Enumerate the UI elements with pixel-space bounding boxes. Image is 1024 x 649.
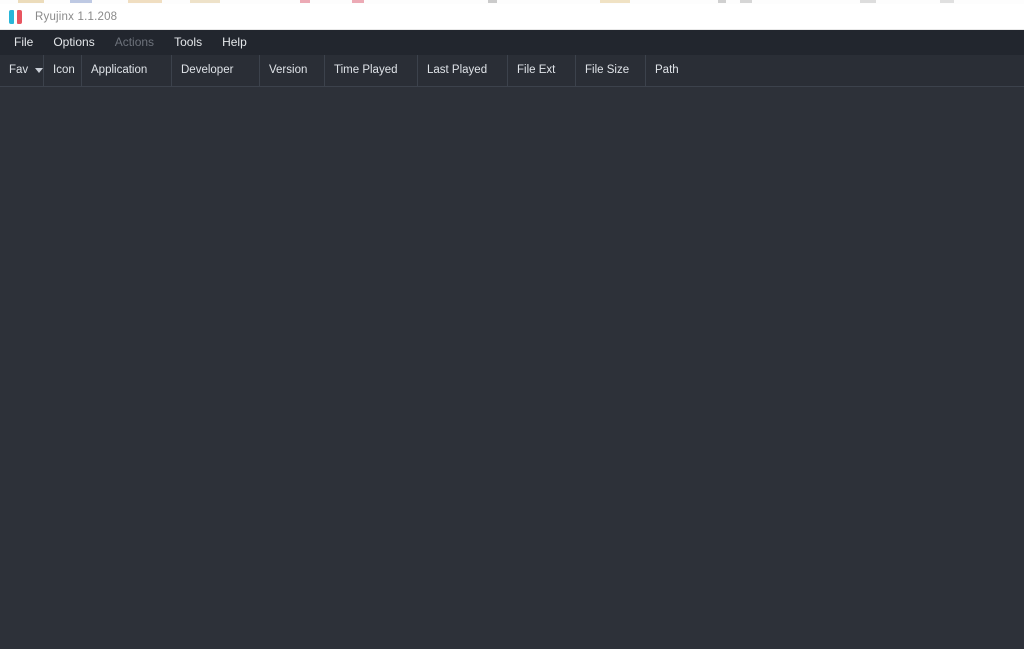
column-header-file-ext[interactable]: File Ext bbox=[508, 55, 576, 86]
menu-item-tools[interactable]: Tools bbox=[164, 32, 212, 53]
column-header-label: Version bbox=[269, 63, 308, 76]
top-strip-fragment bbox=[190, 0, 220, 3]
logo-left-bar bbox=[9, 9, 14, 24]
column-header-time-played[interactable]: Time Played bbox=[325, 55, 418, 86]
column-header-path[interactable]: Path bbox=[646, 55, 1024, 86]
offscreen-top-strip bbox=[0, 0, 1024, 4]
column-header-label: Last Played bbox=[427, 63, 488, 76]
menu-bar: File Options Actions Tools Help bbox=[0, 30, 1024, 55]
top-strip-fragment bbox=[488, 0, 497, 3]
top-strip-fragment bbox=[18, 0, 44, 3]
column-header-label: Time Played bbox=[334, 63, 398, 76]
column-header-file-size[interactable]: File Size bbox=[576, 55, 646, 86]
top-strip-fragment bbox=[940, 0, 954, 3]
game-list-body[interactable] bbox=[0, 87, 1024, 649]
top-strip-fragment bbox=[128, 0, 162, 3]
column-header-icon[interactable]: Icon bbox=[44, 55, 82, 86]
game-list-header: Fav Icon Application Developer Version Time P… bbox=[0, 55, 1024, 87]
column-header-fav[interactable]: Fav bbox=[0, 55, 44, 86]
menu-item-actions: Actions bbox=[114, 35, 155, 49]
column-header-label: File Size bbox=[585, 63, 630, 76]
logo-right-bar bbox=[17, 9, 22, 24]
top-strip-fragment bbox=[718, 0, 726, 3]
column-header-label: Developer bbox=[181, 63, 234, 76]
column-header-developer[interactable]: Developer bbox=[172, 55, 260, 86]
top-strip-fragment bbox=[70, 0, 92, 3]
column-header-version[interactable]: Version bbox=[260, 55, 325, 86]
column-header-label: Icon bbox=[53, 63, 75, 76]
ryujinx-logo-icon bbox=[9, 9, 26, 24]
column-header-application[interactable]: Application bbox=[82, 55, 172, 86]
title-bar: Ryujinx 1.1.208 bbox=[0, 4, 1024, 30]
top-strip-fragment bbox=[860, 0, 876, 3]
window-title: Ryujinx 1.1.208 bbox=[35, 10, 118, 23]
column-header-label: Application bbox=[91, 63, 148, 76]
ryujinx-main-window: Ryujinx 1.1.208 File Options Actions Tools H… bbox=[0, 0, 1024, 649]
column-header-label: File Ext bbox=[517, 63, 556, 76]
column-header-label: Path bbox=[655, 63, 679, 76]
column-header-label: Fav bbox=[9, 63, 29, 76]
column-header-last-played[interactable]: Last Played bbox=[418, 55, 508, 86]
top-strip-fragment bbox=[600, 0, 630, 3]
sort-descending-icon[interactable] bbox=[35, 68, 44, 73]
top-strip-fragment bbox=[300, 0, 310, 3]
menu-item-help[interactable]: Help bbox=[212, 32, 257, 53]
menu-item-options[interactable]: Options bbox=[43, 32, 104, 53]
top-strip-fragment bbox=[352, 0, 364, 3]
top-strip-fragment bbox=[740, 0, 752, 3]
menu-item-file[interactable]: File bbox=[4, 32, 43, 53]
